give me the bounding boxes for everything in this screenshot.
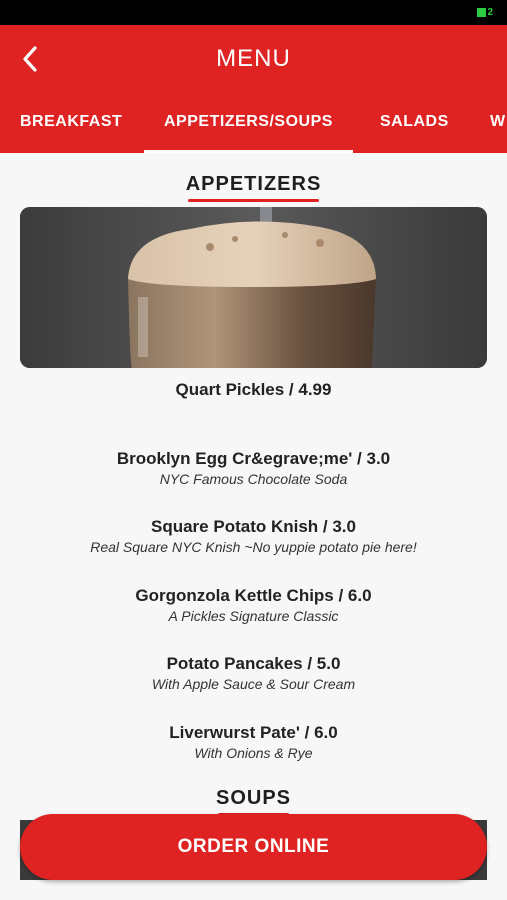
menu-item[interactable]: Square Potato Knish / 3.0 Real Square NY… (0, 516, 507, 585)
item-description: NYC Famous Chocolate Soda (159, 470, 348, 487)
appetizers-list: Quart Pickles / 4.99 Brooklyn Egg Cr&egr… (0, 379, 507, 790)
menu-item[interactable]: Liverwurst Pate' / 6.0 With Onions & Rye (0, 722, 507, 791)
menu-content: APPETIZERS Quart Pickles / 4.99 Brooklyn… (0, 153, 507, 900)
hero-image (20, 207, 487, 368)
menu-item[interactable]: Potato Pancakes / 5.0 With Apple Sauce &… (0, 653, 507, 722)
tab-salads[interactable]: SALADS (380, 107, 449, 153)
item-description: With Onions & Rye (194, 744, 313, 761)
section-heading-soups: SOUPS (0, 787, 507, 816)
item-name: Quart Pickles / 4.99 (175, 380, 332, 399)
order-online-button[interactable]: ORDER ONLINE (20, 814, 487, 880)
section-heading-appetizers: APPETIZERS (0, 173, 507, 202)
item-description: Real Square NYC Knish ~No yuppie potato … (90, 539, 417, 555)
category-tabs: BREAKFAST APPETIZERS/SOUPS SALADS W (0, 107, 507, 153)
item-description: With Apple Sauce & Sour Cream (151, 676, 356, 692)
tab-next-partial[interactable]: W (490, 107, 506, 153)
menu-item[interactable]: Brooklyn Egg Cr&egrave;me' / 3.0 NYC Fam… (0, 448, 507, 517)
item-name: Liverwurst Pate' / 6.0 (169, 722, 338, 742)
item-description: A Pickles Signature Classic (168, 607, 339, 624)
tab-breakfast[interactable]: BREAKFAST (20, 107, 122, 153)
page-title: MENU (216, 45, 291, 72)
item-name: Gorgonzola Kettle Chips / 6.0 (135, 585, 372, 605)
status-bar: 2 (0, 0, 507, 25)
menu-item[interactable]: Gorgonzola Kettle Chips / 6.0 A Pickles … (0, 585, 507, 654)
item-name: Potato Pancakes / 5.0 (166, 654, 341, 673)
menu-item[interactable]: Quart Pickles / 4.99 (0, 379, 507, 448)
item-name: Brooklyn Egg Cr&egrave;me' / 3.0 (116, 448, 391, 468)
app-bar: MENU BREAKFAST APPETIZERS/SOUPS SALADS W (0, 25, 507, 153)
tab-appetizers-soups[interactable]: APPETIZERS/SOUPS (144, 107, 353, 153)
battery-icon: 2 (473, 7, 493, 18)
item-name: Square Potato Knish / 3.0 (151, 517, 356, 536)
